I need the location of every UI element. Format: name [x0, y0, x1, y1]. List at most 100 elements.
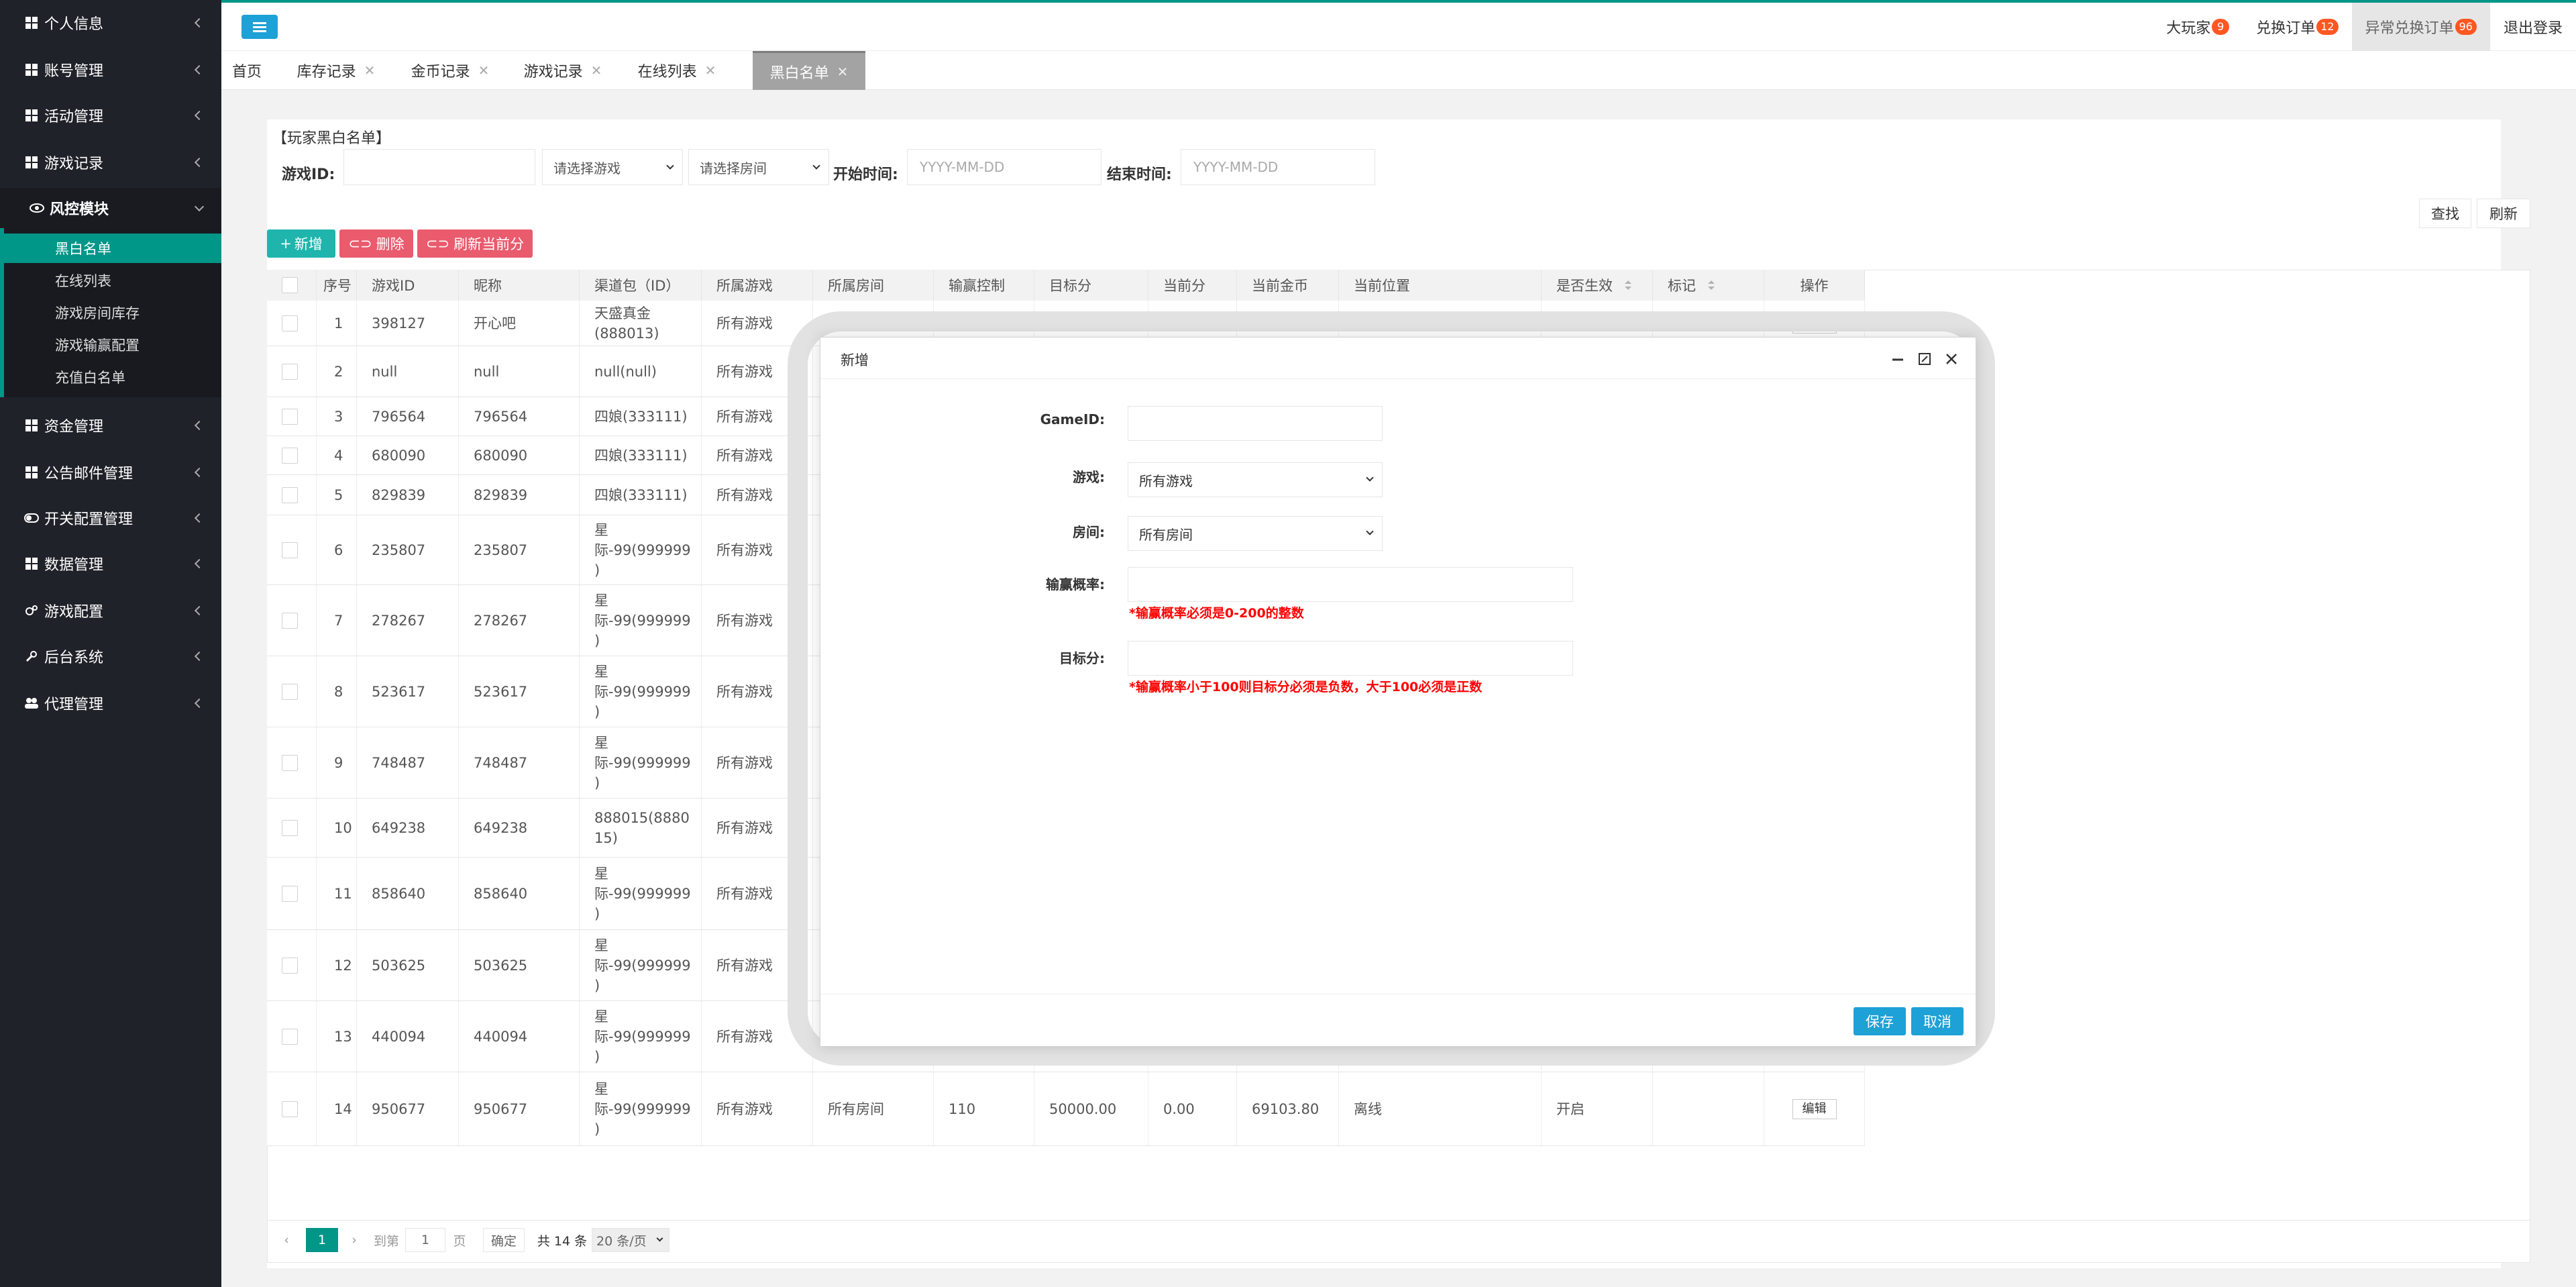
- close-icon[interactable]: ✕: [591, 62, 602, 79]
- sidebar-item-switch-config[interactable]: 开关配置管理: [0, 498, 221, 538]
- row-checkbox[interactable]: [282, 542, 298, 558]
- row-checkbox[interactable]: [282, 363, 298, 380]
- row-checkbox[interactable]: [282, 408, 298, 425]
- th-active[interactable]: 是否生效: [1542, 270, 1653, 301]
- row-checkbox[interactable]: [282, 957, 298, 974]
- th-position: 当前位置: [1339, 270, 1542, 301]
- page-current[interactable]: 1: [306, 1228, 338, 1252]
- close-icon[interactable]: [1943, 351, 1960, 367]
- row-checkbox[interactable]: [282, 754, 298, 771]
- menu-toggle-button[interactable]: [241, 15, 278, 39]
- goto-confirm-button[interactable]: 确定: [483, 1228, 525, 1252]
- sidebar-subitem-blacklist[interactable]: 黑白名单: [4, 234, 221, 263]
- cell-text: 离线: [1354, 1100, 1382, 1117]
- row-checkbox[interactable]: [282, 1028, 298, 1045]
- top-link-abnormal-orders[interactable]: 异常兑换订单 96: [2351, 3, 2490, 51]
- cell-id: 503625: [357, 930, 459, 1000]
- select-all-checkbox[interactable]: [282, 277, 298, 293]
- game-label: 游戏:: [1073, 469, 1105, 485]
- goto-page-input[interactable]: 1: [405, 1228, 445, 1252]
- sidebar-subitem-online-list[interactable]: 在线列表: [4, 266, 221, 295]
- tab-game-records[interactable]: 游戏记录 ✕: [506, 51, 620, 90]
- game-select[interactable]: 所有游戏: [1128, 462, 1383, 497]
- close-icon[interactable]: ✕: [705, 62, 716, 79]
- sidebar-item-account[interactable]: 账号管理: [0, 50, 221, 90]
- close-icon[interactable]: ✕: [364, 62, 376, 79]
- sidebar-item-data[interactable]: 数据管理: [0, 544, 221, 584]
- cell-text: null: [372, 363, 398, 380]
- sidebar-item-label: 公告邮件管理: [44, 466, 133, 482]
- next-page-icon[interactable]: ›: [341, 1228, 368, 1252]
- cell-channel: 星 际-99(999999 ): [580, 1072, 702, 1145]
- sidebar-item-game-config[interactable]: 游戏配置: [0, 590, 221, 631]
- sidebar-item-label: 后台系统: [44, 650, 104, 666]
- cell-text: 所有游戏: [716, 754, 773, 771]
- row-checkbox[interactable]: [282, 486, 298, 503]
- sidebar-subitem-room-stock[interactable]: 游戏房间库存: [4, 298, 221, 327]
- cell-text: 所有游戏: [716, 542, 773, 558]
- sidebar-item-backend[interactable]: 后台系统: [0, 636, 221, 676]
- sidebar-item-agents[interactable]: 代理管理: [0, 683, 221, 723]
- row-checkbox[interactable]: [282, 885, 298, 902]
- cell-text: 所有游戏: [716, 447, 773, 464]
- select-value: 请选择房间: [700, 160, 767, 176]
- close-icon[interactable]: ✕: [478, 62, 490, 79]
- chevron-left-icon: [194, 651, 205, 662]
- top-link-label: 大玩家: [2166, 20, 2211, 37]
- delete-button[interactable]: ⊂⊃ 删除: [339, 229, 413, 258]
- top-link-exchange-orders[interactable]: 兑换订单 12: [2243, 3, 2351, 51]
- sidebar-item-personal-info[interactable]: 个人信息: [0, 3, 221, 43]
- row-checkbox[interactable]: [282, 447, 298, 464]
- count-badge: 12: [2316, 19, 2339, 35]
- sidebar-item-activity[interactable]: 活动管理: [0, 95, 221, 136]
- target-score-input[interactable]: [1128, 641, 1573, 676]
- cell-text: 796564: [474, 408, 528, 425]
- game-id-input[interactable]: [343, 149, 535, 185]
- cancel-button[interactable]: 取消: [1911, 1007, 1964, 1035]
- th-mark[interactable]: 标记: [1653, 270, 1764, 301]
- game-select[interactable]: 请选择游戏: [542, 149, 683, 185]
- win-rate-label: 输赢概率:: [1046, 576, 1105, 593]
- save-button[interactable]: 保存: [1854, 1007, 1906, 1035]
- close-icon[interactable]: ✕: [837, 64, 849, 80]
- sidebar-item-announcements[interactable]: 公告邮件管理: [0, 452, 221, 493]
- tab-home[interactable]: 首页: [221, 51, 272, 90]
- sidebar-subitem-recharge-whitelist[interactable]: 充值白名单: [4, 362, 221, 392]
- logout-link[interactable]: 退出登录: [2490, 3, 2576, 51]
- prev-page-icon[interactable]: ‹: [275, 1228, 298, 1252]
- row-checkbox[interactable]: [282, 819, 298, 836]
- row-checkbox[interactable]: [282, 683, 298, 700]
- start-time-input[interactable]: YYYY-MM-DD: [907, 149, 1102, 185]
- maximize-icon[interactable]: [1917, 351, 1933, 367]
- room-select[interactable]: 所有房间: [1128, 516, 1383, 551]
- row-checkbox[interactable]: [282, 315, 298, 331]
- add-button[interactable]: + 新增: [267, 229, 335, 258]
- search-button[interactable]: 查找: [2419, 199, 2471, 228]
- tab-coin-records[interactable]: 金币记录 ✕: [393, 51, 507, 90]
- refresh-score-button[interactable]: ⊂⊃ 刷新当前分: [417, 229, 533, 258]
- minimize-icon[interactable]: [1890, 351, 1906, 367]
- chevron-left-icon: [194, 110, 205, 121]
- cell-text: 1: [334, 315, 343, 331]
- row-checkbox[interactable]: [282, 612, 298, 629]
- top-link-big-players[interactable]: 大玩家 9: [2153, 3, 2243, 51]
- placeholder: YYYY-MM-DD: [920, 159, 1005, 175]
- sidebar-item-funds[interactable]: 资金管理: [0, 405, 221, 446]
- gameid-input[interactable]: [1128, 406, 1383, 441]
- tab-stock-records[interactable]: 库存记录 ✕: [279, 51, 393, 90]
- row-checkbox[interactable]: [282, 1100, 298, 1117]
- sidebar-item-risk-control[interactable]: 风控模块: [0, 188, 221, 228]
- sidebar-subitem-win-config[interactable]: 游戏输赢配置: [4, 330, 221, 360]
- room-select[interactable]: 请选择房间: [688, 149, 829, 185]
- edit-button[interactable]: 编辑: [1792, 1098, 1837, 1119]
- tab-blacklist[interactable]: 黑白名单 ✕: [753, 51, 865, 90]
- tab-online-list[interactable]: 在线列表 ✕: [620, 51, 734, 90]
- chevron-left-icon: [194, 64, 205, 75]
- cell-nick: 开心吧: [459, 301, 580, 346]
- cell-no: 5: [317, 475, 357, 515]
- refresh-button[interactable]: 刷新: [2477, 199, 2530, 228]
- page-size-select[interactable]: 20 条/页: [592, 1228, 669, 1252]
- win-rate-input[interactable]: [1128, 567, 1573, 602]
- sidebar-item-game-records[interactable]: 游戏记录: [0, 142, 221, 183]
- end-time-input[interactable]: YYYY-MM-DD: [1181, 149, 1375, 185]
